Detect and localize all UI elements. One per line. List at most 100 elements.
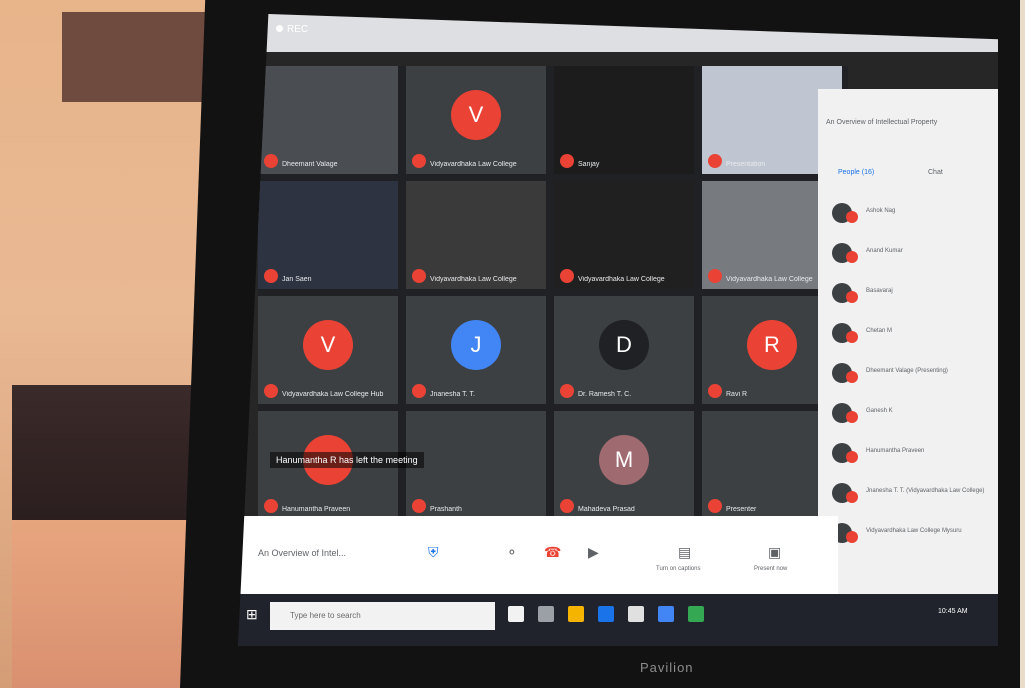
meeting-controls-bar: An Overview of Intel... ⛨ ⚬ ☎ ▶ ▤ Turn o… — [238, 516, 838, 594]
mic-off-icon — [708, 269, 722, 283]
participant-name: Prashanth — [430, 506, 462, 513]
people-name: Vidyavardhaka Law College Mysuru — [866, 528, 962, 534]
windows-start-icon[interactable]: ⊞ — [246, 606, 262, 622]
people-list-item[interactable]: Ganesh K — [832, 399, 992, 429]
mic-icon[interactable]: ⚬ — [506, 544, 518, 561]
laptop-brand-label: Pavilion — [640, 660, 694, 675]
mic-off-icon — [708, 384, 722, 398]
tab-people[interactable]: People (16) — [838, 169, 874, 176]
mic-off-icon — [708, 154, 722, 168]
mic-off-icon — [560, 154, 574, 168]
participant-name: Dheemant Valage — [282, 161, 338, 168]
people-list-item[interactable]: Dheemant Valage (Presenting) — [832, 359, 992, 389]
present-label: Present now — [754, 566, 788, 572]
mic-off-icon — [846, 491, 858, 503]
people-list-item[interactable]: Vidyavardhaka Law College Mysuru — [832, 519, 992, 549]
participant-tile[interactable]: J Jnanesha T. T. — [406, 296, 546, 404]
taskbar-clock: 10:45 AM — [938, 608, 968, 615]
chrome-icon[interactable] — [688, 606, 704, 622]
panel-title: An Overview of Intellectual Property — [826, 119, 938, 126]
participant-video — [554, 181, 694, 289]
people-list-item[interactable]: Ashok Nag — [832, 199, 992, 229]
hang-up-icon[interactable]: ☎ — [544, 544, 561, 561]
meeting-name[interactable]: An Overview of Intel... — [258, 548, 346, 558]
participant-tile[interactable]: Dheemant Valage — [258, 66, 398, 174]
people-name: Chetan M — [866, 328, 893, 334]
participant-tile[interactable]: V Vidyavardhaka Law College Hub — [258, 296, 398, 404]
participant-tile[interactable]: Vidyavardhaka Law College — [406, 181, 546, 289]
people-list-item[interactable]: Anand Kumar — [832, 239, 992, 269]
edge-browser-icon[interactable] — [598, 606, 614, 622]
table — [12, 520, 202, 688]
people-name: Hanumantha Praveen — [866, 448, 925, 454]
participant-name: Vidyavardhaka Law College — [578, 276, 665, 283]
people-name: Jnanesha T. T. (Vidyavardhaka Law Colleg… — [866, 488, 985, 494]
people-name: Ashok Nag — [866, 208, 896, 214]
participant-avatar: J — [451, 319, 501, 370]
present-icon[interactable]: ▣ — [768, 544, 781, 561]
mic-off-icon — [846, 331, 858, 343]
participant-tile[interactable]: Jan Saen — [258, 181, 398, 289]
mail-icon[interactable] — [658, 606, 674, 622]
mic-off-icon — [708, 499, 722, 513]
task-view-icon[interactable] — [538, 606, 554, 622]
participant-tile[interactable]: Sanjay — [554, 66, 694, 174]
participant-name: Jan Saen — [282, 276, 312, 283]
participant-avatar: V — [451, 89, 501, 140]
people-name: Basavaraj — [866, 288, 893, 294]
mic-off-icon — [412, 154, 426, 168]
tab-chat[interactable]: Chat — [928, 169, 943, 176]
mic-off-icon — [264, 384, 278, 398]
chair — [12, 385, 202, 525]
mic-off-icon — [846, 371, 858, 383]
participant-name: Mahadeva Prasad — [578, 506, 635, 513]
people-list-item[interactable]: Hanumantha Praveen — [832, 439, 992, 469]
participant-tile[interactable]: M Mahadeva Prasad — [554, 411, 694, 519]
people-list-item[interactable]: Chetan M — [832, 319, 992, 349]
people-list-item[interactable]: Basavaraj — [832, 279, 992, 309]
mic-off-icon — [412, 499, 426, 513]
camera-icon[interactable]: ▶ — [588, 544, 599, 561]
mic-off-icon — [412, 269, 426, 283]
participant-tile[interactable]: V Vidyavardhaka Law College — [406, 66, 546, 174]
mic-off-icon — [264, 269, 278, 283]
participant-name: Sanjay — [578, 161, 600, 168]
mic-off-icon — [412, 384, 426, 398]
captions-label: Turn on captions — [656, 566, 701, 572]
taskbar-search-input[interactable]: Type here to search — [270, 602, 495, 630]
mic-off-icon — [846, 211, 858, 223]
participant-name: Vidyavardhaka Law College Hub — [282, 391, 384, 398]
cortana-icon[interactable] — [508, 606, 524, 622]
participant-avatar: R — [747, 319, 797, 370]
people-list-item[interactable]: Jnanesha T. T. (Vidyavardhaka Law Colleg… — [832, 479, 992, 509]
participant-video — [258, 66, 398, 174]
people-name: Ganesh K — [866, 408, 893, 414]
mic-off-icon — [560, 499, 574, 513]
people-name: Dheemant Valage (Presenting) — [866, 368, 948, 374]
participant-avatar: M — [599, 434, 649, 485]
record-icon — [276, 25, 283, 32]
participant-name: Hanumantha Praveen — [282, 506, 351, 513]
participant-video — [406, 411, 546, 519]
mic-off-icon — [846, 291, 858, 303]
participant-tile[interactable]: Prashanth — [406, 411, 546, 519]
recording-label: REC — [287, 24, 309, 35]
participant-avatar: V — [303, 319, 353, 370]
captions-icon[interactable]: ▤ — [678, 544, 691, 561]
participant-name: Dr. Ramesh T. C. — [578, 391, 632, 398]
participant-tile[interactable]: Vidyavardhaka Law College — [554, 181, 694, 289]
mic-off-icon — [846, 451, 858, 463]
mic-off-icon — [846, 531, 858, 543]
wall-frame — [62, 12, 222, 102]
mic-off-icon — [846, 251, 858, 263]
file-explorer-icon[interactable] — [568, 606, 584, 622]
participant-video — [554, 66, 694, 174]
store-icon[interactable] — [628, 606, 644, 622]
participant-video — [258, 181, 398, 289]
participant-name: Jnanesha T. T. — [430, 391, 475, 398]
people-name: Anand Kumar — [866, 248, 903, 254]
participant-tile[interactable]: D Dr. Ramesh T. C. — [554, 296, 694, 404]
mic-off-icon — [846, 411, 858, 423]
participant-avatar: D — [599, 319, 649, 370]
shield-icon[interactable]: ⛨ — [428, 544, 439, 561]
